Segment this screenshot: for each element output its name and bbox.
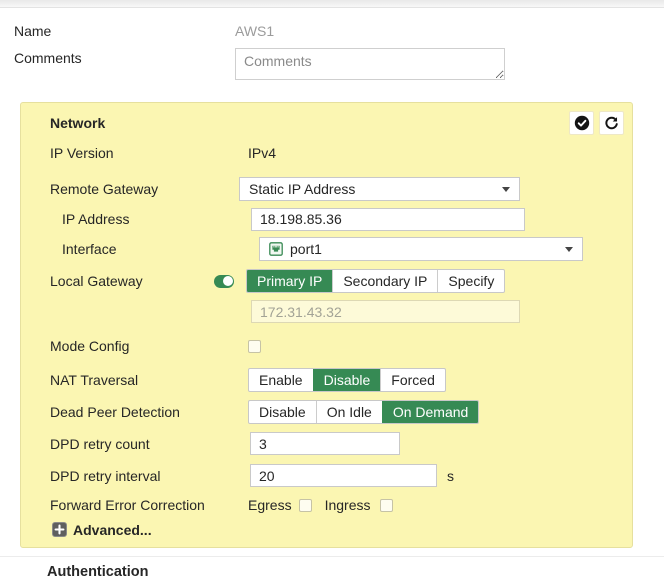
dpd-retry-interval-unit: s	[447, 468, 454, 484]
chevron-down-icon	[565, 247, 573, 252]
mode-config-label: Mode Config	[50, 338, 248, 354]
dpd-retry-interval-label: DPD retry interval	[50, 468, 250, 484]
ip-address-input[interactable]	[251, 208, 525, 231]
authentication-section-title[interactable]: Authentication	[47, 564, 664, 580]
ethernet-port-icon	[269, 242, 283, 256]
dpd-retry-count-row: DPD retry count	[50, 432, 632, 455]
ip-version-row: IP Version IPv4	[50, 144, 632, 162]
local-gateway-option-secondary-ip[interactable]: Secondary IP	[332, 270, 437, 292]
dpd-retry-count-input[interactable]	[250, 432, 400, 455]
dead-peer-detection-row: Dead Peer Detection Disable On Idle On D…	[50, 400, 632, 424]
dpd-option-disable[interactable]: Disable	[249, 401, 316, 423]
ip-version-label: IP Version	[50, 145, 248, 161]
mode-config-checkbox[interactable]	[248, 340, 261, 353]
confirm-section-button[interactable]	[569, 111, 594, 135]
revert-section-button[interactable]	[599, 111, 624, 135]
comments-row: Comments	[14, 48, 664, 80]
name-label: Name	[14, 21, 235, 39]
network-section-title: Network	[50, 111, 632, 135]
dead-peer-detection-label: Dead Peer Detection	[50, 404, 248, 420]
nat-traversal-row: NAT Traversal Enable Disable Forced	[50, 368, 632, 392]
network-section-actions	[569, 111, 624, 135]
fec-egress-checkbox[interactable]	[299, 499, 312, 512]
interface-label: Interface	[50, 241, 259, 257]
comments-label: Comments	[14, 48, 235, 66]
nat-traversal-option-enable[interactable]: Enable	[249, 369, 313, 391]
ip-version-value: IPv4	[248, 145, 276, 161]
forward-error-correction-label: Forward Error Correction	[50, 497, 248, 513]
comments-textarea[interactable]	[235, 48, 505, 80]
dpd-retry-interval-input[interactable]	[250, 464, 437, 487]
forward-error-correction-row: Forward Error Correction Egress Ingress	[50, 497, 632, 513]
name-value: AWS1	[235, 21, 274, 39]
dpd-retry-interval-row: DPD retry interval s	[50, 464, 632, 487]
ip-address-label: IP Address	[50, 211, 251, 227]
section-divider	[0, 556, 664, 557]
interface-row: Interface port1	[50, 237, 632, 261]
remote-gateway-selected-value: Static IP Address	[249, 181, 355, 197]
undo-icon	[604, 116, 619, 131]
ip-address-row: IP Address	[50, 207, 632, 231]
general-fields: Name AWS1 Comments	[0, 8, 664, 80]
dead-peer-detection-segment-control: Disable On Idle On Demand	[248, 400, 479, 424]
local-gateway-label: Local Gateway	[50, 273, 214, 289]
dpd-option-on-demand[interactable]: On Demand	[382, 401, 478, 423]
toolbar-bottom-edge	[0, 0, 664, 8]
dpd-retry-count-label: DPD retry count	[50, 436, 250, 452]
nat-traversal-segment-control: Enable Disable Forced	[248, 368, 446, 392]
local-gateway-row: Local Gateway Primary IP Secondary IP Sp…	[50, 269, 632, 293]
local-gateway-ip-input	[251, 300, 520, 323]
remote-gateway-row: Remote Gateway Static IP Address	[50, 177, 632, 201]
local-gateway-segment-control: Primary IP Secondary IP Specify	[246, 269, 505, 293]
local-gateway-option-primary-ip[interactable]: Primary IP	[247, 270, 332, 292]
fec-ingress-label: Ingress	[325, 497, 371, 513]
nat-traversal-option-forced[interactable]: Forced	[380, 369, 445, 391]
nat-traversal-option-disable[interactable]: Disable	[313, 369, 381, 391]
fec-ingress-checkbox[interactable]	[380, 499, 393, 512]
interface-selected-value: port1	[290, 241, 322, 257]
advanced-link[interactable]: Advanced...	[50, 522, 152, 538]
interface-select[interactable]: port1	[259, 237, 583, 261]
vpn-tunnel-edit-page: Name AWS1 Comments Network	[0, 0, 664, 580]
plus-icon	[52, 522, 67, 537]
remote-gateway-select[interactable]: Static IP Address	[239, 177, 520, 201]
local-gateway-toggle[interactable]	[214, 275, 234, 288]
local-gateway-option-specify[interactable]: Specify	[437, 270, 504, 292]
network-section: Network IP Version	[20, 102, 633, 548]
remote-gateway-label: Remote Gateway	[50, 181, 239, 197]
check-circle-icon	[574, 115, 590, 131]
fec-egress-label: Egress	[248, 497, 292, 513]
advanced-row: Advanced...	[50, 521, 632, 538]
mode-config-row: Mode Config	[50, 338, 632, 354]
nat-traversal-label: NAT Traversal	[50, 372, 248, 388]
advanced-label: Advanced...	[73, 522, 152, 538]
dpd-option-on-idle[interactable]: On Idle	[316, 401, 382, 423]
name-row: Name AWS1	[14, 21, 664, 39]
chevron-down-icon	[502, 187, 510, 192]
local-gateway-ip-row	[50, 300, 632, 323]
